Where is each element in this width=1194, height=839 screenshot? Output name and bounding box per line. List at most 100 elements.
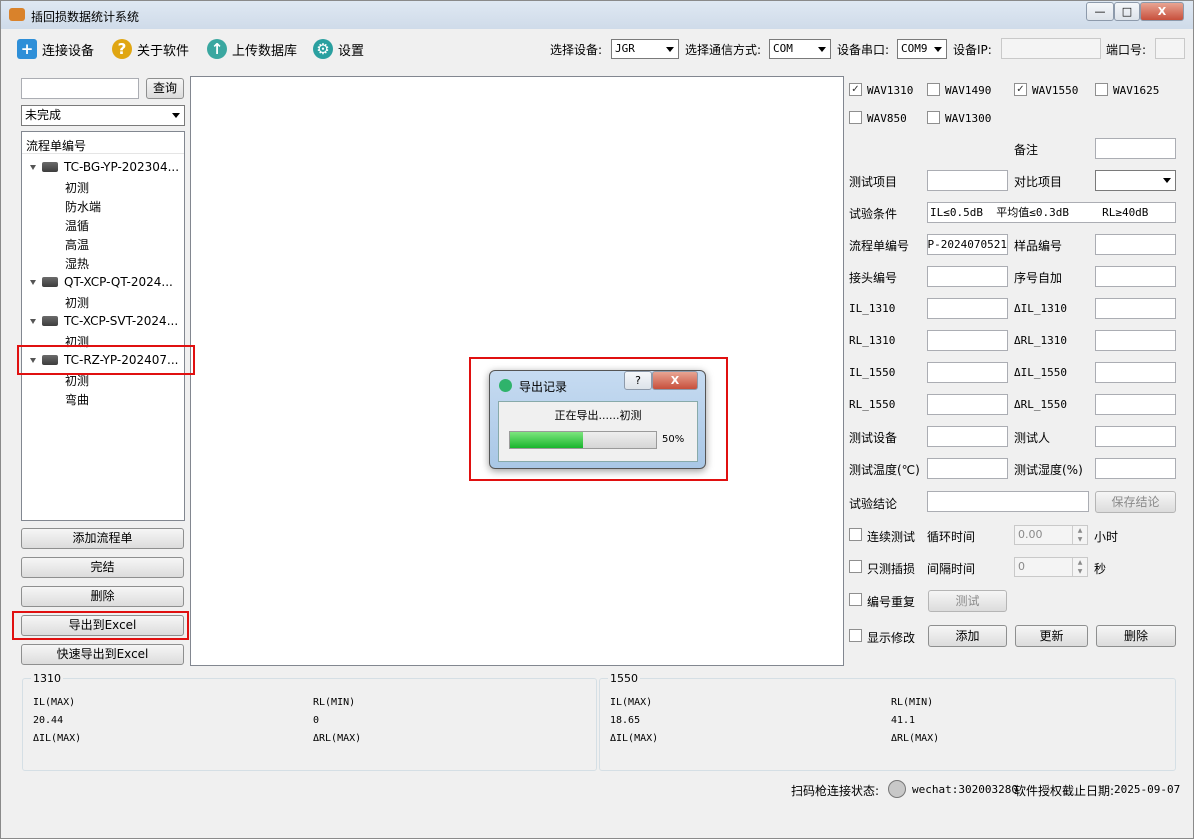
upload-database-button[interactable]: ↑ 上传数据库 — [207, 37, 297, 61]
humidity-input[interactable] — [1095, 458, 1176, 479]
tester-input[interactable] — [1095, 426, 1176, 447]
remark-input[interactable] — [1095, 138, 1176, 159]
minimize-button[interactable]: — — [1086, 2, 1114, 21]
spin-up-icon[interactable]: ▲ — [1072, 558, 1087, 567]
spin-down-icon[interactable]: ▼ — [1072, 567, 1087, 576]
rl1550-input[interactable] — [927, 394, 1008, 415]
temperature-input[interactable] — [927, 458, 1008, 479]
tree-child-item[interactable]: 初测 — [65, 179, 89, 196]
comm-select-value: COM — [773, 42, 793, 55]
settings-button[interactable]: ⚙ 设置 — [313, 37, 364, 61]
test-item-label: 测试项目 — [849, 175, 898, 189]
dil1550-input[interactable] — [1095, 362, 1176, 383]
il1310-label: IL_1310 — [849, 302, 896, 315]
drl1550-input[interactable] — [1095, 394, 1176, 415]
delete-button[interactable]: 删除 — [1096, 625, 1176, 647]
query-button[interactable]: 查询 — [146, 78, 184, 99]
connect-device-button[interactable]: + 连接设备 — [17, 37, 94, 61]
dil1310-input[interactable] — [1095, 298, 1176, 319]
add-button[interactable]: 添加 — [928, 625, 1007, 647]
serial-select[interactable]: COM9 — [897, 39, 947, 59]
serial-select-label: 设备串口: — [837, 43, 890, 57]
condition-input[interactable]: IL≤0.5dB 平均值≤0.3dB RL≥40dB — [927, 202, 1176, 223]
comm-select[interactable]: COM — [769, 39, 831, 59]
condition-label: 试验条件 — [849, 207, 898, 221]
ip-label: 设备IP: — [953, 43, 992, 57]
flow-tree[interactable]: 流程单编号 TC-BG-YP-202304... 初测 防水端 温循 高温 湿热 QT-XC… — [21, 131, 185, 521]
wavelength-checkbox[interactable]: ✓ — [849, 83, 862, 96]
equipment-input[interactable] — [927, 426, 1008, 447]
wavelength-label: WAV1550 — [1032, 84, 1079, 97]
flow-no-input[interactable]: YP-2024070521 — [927, 234, 1008, 255]
about-button[interactable]: ? 关于软件 — [112, 37, 189, 61]
tree-node[interactable]: TC-BG-YP-202304... — [30, 160, 179, 174]
tree-child-item[interactable]: 弯曲 — [65, 391, 89, 408]
finish-button[interactable]: 完结 — [21, 557, 184, 578]
wavelength-checkbox[interactable] — [849, 111, 862, 124]
drl1310-input[interactable] — [1095, 330, 1176, 351]
tree-node[interactable]: QT-XCP-QT-2024... — [30, 275, 173, 289]
interval-spinner[interactable]: 0 ▲ ▼ — [1014, 557, 1088, 577]
dialog-close-button[interactable]: X — [652, 371, 698, 390]
test-button[interactable]: 测试 — [928, 590, 1007, 612]
chevron-down-icon — [818, 47, 826, 52]
status-filter-select[interactable]: 未完成 — [21, 105, 185, 126]
quick-export-button[interactable]: 快速导出到Excel — [21, 644, 184, 665]
tree-child-item[interactable]: 温循 — [65, 217, 89, 234]
tree-child-item[interactable]: 高温 — [65, 236, 89, 253]
il-max-value: 20.44 — [33, 715, 64, 726]
il-only-checkbox[interactable] — [849, 560, 862, 573]
serial-select-value: COM9 — [901, 42, 928, 55]
tree-child-item[interactable]: 防水端 — [65, 198, 101, 215]
add-flow-button[interactable]: 添加流程单 — [21, 528, 184, 549]
conclusion-input[interactable] — [927, 491, 1089, 512]
il1550-input[interactable] — [927, 362, 1008, 383]
wavelength-checkbox[interactable] — [927, 83, 940, 96]
rl1310-input[interactable] — [927, 330, 1008, 351]
cycle-time-spinner[interactable]: 0.00 ▲ ▼ — [1014, 525, 1088, 545]
dialog-title: 导出记录 — [519, 380, 568, 394]
device-select-value: JGR — [615, 42, 635, 55]
port-input[interactable] — [1155, 38, 1185, 59]
connector-no-input[interactable] — [927, 266, 1008, 287]
stats-1310-title: 1310 — [31, 672, 63, 685]
wavelength-checkbox[interactable]: ✓ — [1014, 83, 1027, 96]
compare-item-select[interactable] — [1095, 170, 1176, 191]
update-button[interactable]: 更新 — [1015, 625, 1088, 647]
stats-1550-group: 1550 IL(MAX) RL(MIN) 18.65 41.1 ΔIL(MAX)… — [599, 672, 1176, 771]
contact-text: wechat:302003280 — [912, 783, 1018, 796]
seq-auto-input[interactable] — [1095, 266, 1176, 287]
window-title: 插回损数据统计系统 — [31, 10, 140, 24]
tree-child-item[interactable]: 初测 — [65, 294, 89, 311]
license-date: 2025-09-07 — [1114, 783, 1181, 796]
tree-child-item[interactable]: 湿热 — [65, 255, 89, 272]
wavelength-checkbox[interactable] — [1095, 83, 1108, 96]
tree-node[interactable]: TC-XCP-SVT-2024... — [30, 314, 178, 328]
save-conclusion-button[interactable]: 保存结论 — [1095, 491, 1176, 513]
spin-up-icon[interactable]: ▲ — [1072, 526, 1087, 535]
progress-text: 50% — [662, 434, 685, 445]
chevron-down-icon — [1163, 178, 1171, 183]
sample-no-input[interactable] — [1095, 234, 1176, 255]
show-edit-label: 显示修改 — [867, 631, 916, 645]
dialog-help-button[interactable]: ? — [624, 371, 652, 390]
continuous-test-checkbox[interactable] — [849, 528, 862, 541]
expand-arrow-icon[interactable] — [30, 164, 36, 170]
search-input[interactable] — [21, 78, 139, 99]
maximize-button[interactable]: □ — [1114, 2, 1140, 21]
seq-auto-label: 序号自加 — [1014, 271, 1063, 285]
wavelength-checkbox[interactable] — [927, 111, 940, 124]
expand-arrow-icon[interactable] — [30, 318, 36, 324]
il1310-input[interactable] — [927, 298, 1008, 319]
spin-down-icon[interactable]: ▼ — [1072, 535, 1087, 544]
device-select[interactable]: JGR — [611, 39, 679, 59]
device-icon — [42, 316, 58, 326]
repeat-number-checkbox[interactable] — [849, 593, 862, 606]
delete-flow-button[interactable]: 删除 — [21, 586, 184, 607]
close-button[interactable]: X — [1140, 2, 1184, 21]
test-item-input[interactable] — [927, 170, 1008, 191]
delta-il-label: ΔIL(MAX) — [610, 733, 659, 744]
ip-input[interactable] — [1001, 38, 1101, 59]
expand-arrow-icon[interactable] — [30, 279, 36, 285]
show-edit-checkbox[interactable] — [849, 629, 862, 642]
